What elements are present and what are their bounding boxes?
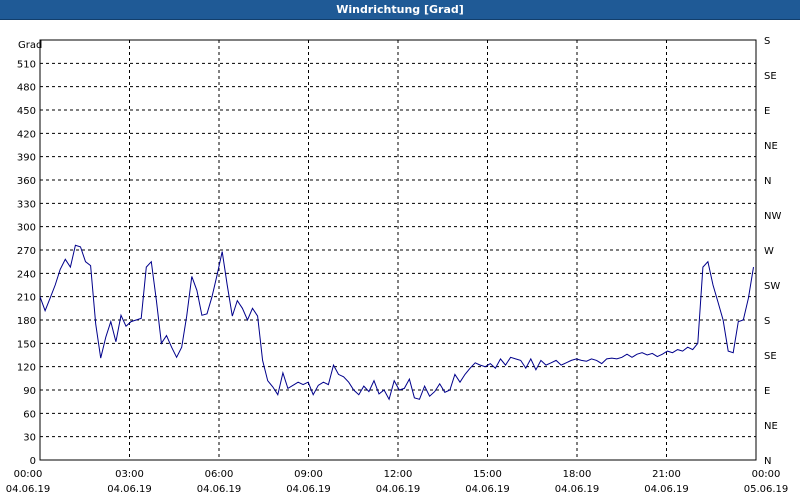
y-tick-label: 270 [17,246,36,257]
x-tick-time: 06:00 [205,469,234,480]
x-tick-date: 04.06.19 [555,484,600,495]
y-tick-label: 60 [23,409,36,420]
y2-tick-label: E [764,106,770,117]
x-tick-time: 03:00 [115,469,144,480]
y-tick-label: 180 [17,316,36,327]
x-tick-date: 05.06.19 [744,484,789,495]
y2-tick-label: NW [764,211,781,222]
x-tick-date: 04.06.19 [6,484,51,495]
y-tick-label: 150 [17,339,36,350]
y2-tick-label: S [764,316,770,327]
x-tick-time: 21:00 [652,469,681,480]
y-tick-label: 90 [23,386,36,397]
y-tick-label: 360 [17,176,36,187]
y-axis-label: Grad [18,40,42,51]
x-axis-ticks: 00:00 04.06.19 03:00 04.06.19 06:00 04.06.19 0… [6,469,789,495]
y-tick-label: 300 [17,223,36,234]
x-tick-date: 04.06.19 [376,484,421,495]
y-tick-label: 330 [17,199,36,210]
y2-tick-label: W [764,246,774,257]
y2-tick-label: N [764,456,771,467]
y-tick-label: 0 [30,456,36,467]
x-tick-time: 00:00 [752,469,781,480]
y2-tick-label: SE [764,351,777,362]
x-tick-time: 09:00 [294,469,323,480]
y2-tick-label: NE [764,421,778,432]
x-tick-date: 04.06.19 [465,484,510,495]
y2-axis-ticks: N NE E SE S SW W NW N NE E SE S [764,36,781,467]
x-tick-time: 15:00 [473,469,502,480]
y-tick-label: 120 [17,363,36,374]
y-tick-label: 30 [23,433,36,444]
wind-direction-chart: 0 30 60 90 120 150 180 210 240 270 300 330 360 390 420… [6,36,789,495]
y-axis-ticks: 0 30 60 90 120 150 180 210 240 270 300 330 360 390 420… [17,59,36,467]
y-tick-label: 450 [17,106,36,117]
y-tick-label: 420 [17,129,36,140]
y2-tick-label: N [764,176,771,187]
y-tick-label: 240 [17,269,36,280]
y2-tick-label: E [764,386,770,397]
x-tick-time: 00:00 [14,469,43,480]
x-tick-date: 04.06.19 [286,484,331,495]
x-tick-date: 04.06.19 [107,484,152,495]
x-tick-time: 12:00 [384,469,413,480]
x-tick-date: 04.06.19 [644,484,689,495]
x-tick-date: 04.06.19 [197,484,242,495]
y2-tick-label: SE [764,71,777,82]
x-tick-time: 18:00 [563,469,592,480]
y-tick-label: 390 [17,153,36,164]
y-tick-label: 480 [17,83,36,94]
y-tick-label: 210 [17,293,36,304]
y2-tick-label: S [764,36,770,47]
y-tick-label: 510 [17,59,36,70]
y2-tick-label: NE [764,141,778,152]
y2-tick-label: SW [764,281,780,292]
